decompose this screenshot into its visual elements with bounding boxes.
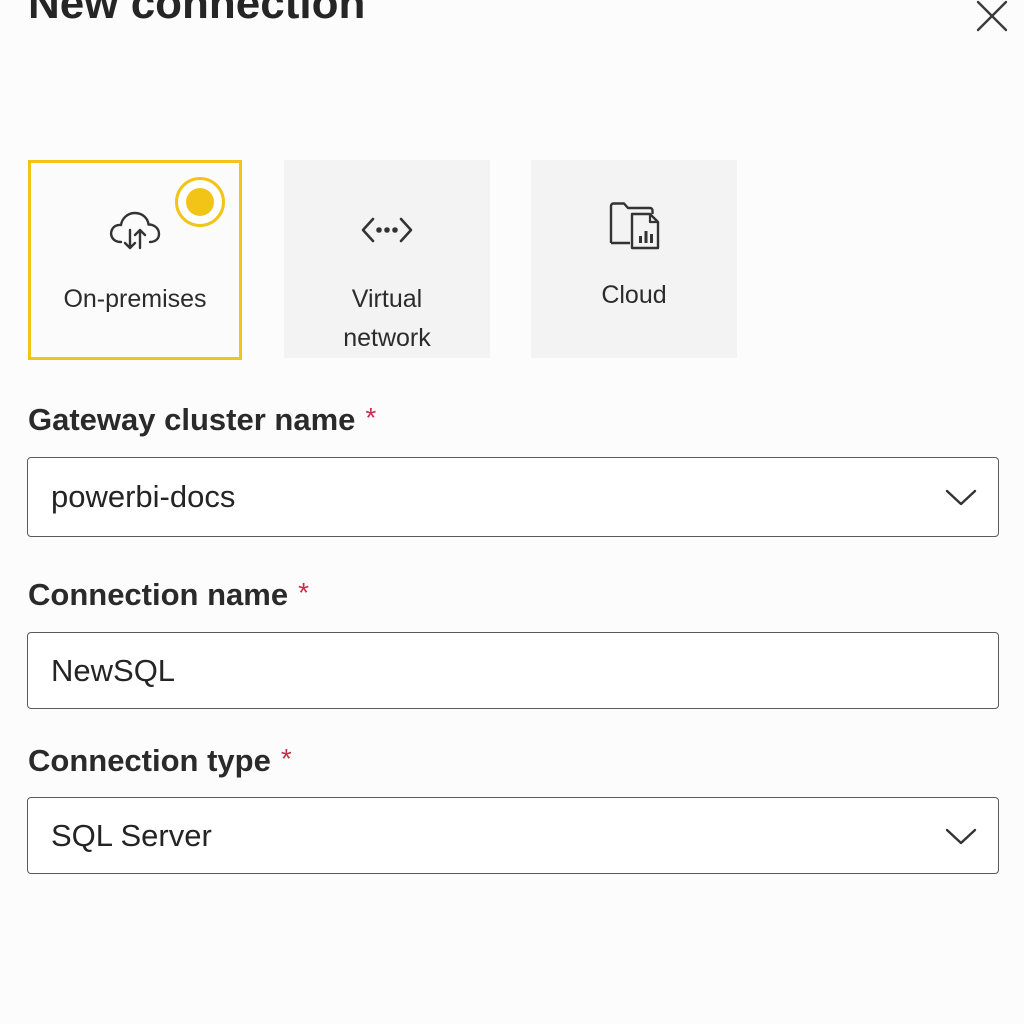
close-button[interactable] [972, 0, 1012, 36]
folder-report-icon [606, 202, 662, 250]
required-marker: * [298, 577, 309, 608]
gateway-cluster-name-value: powerbi-docs [51, 479, 236, 514]
connection-name-label: Connection name * [28, 577, 309, 612]
option-on-premises[interactable]: On-premises [28, 160, 242, 360]
option-label: Cloud [601, 281, 667, 309]
connection-type-label: Connection type * [28, 743, 292, 778]
selected-radio[interactable] [175, 177, 225, 227]
option-cloud[interactable]: Cloud [531, 160, 737, 358]
option-label: On-premises [63, 285, 207, 313]
chevron-down-icon [945, 489, 977, 506]
connection-type-value: SQL Server [51, 817, 212, 853]
connection-name-input-box[interactable] [27, 632, 999, 709]
gateway-cluster-name-dropdown[interactable]: powerbi-docs [27, 457, 999, 537]
required-marker: * [280, 743, 292, 774]
connection-name-input[interactable] [51, 652, 951, 689]
option-virtual-network[interactable]: Virtual network [284, 160, 490, 358]
connection-type-dropdown[interactable]: SQL Server [27, 797, 999, 874]
gateway-cluster-name-label: Gateway cluster name * [28, 402, 377, 437]
radio-dot [186, 188, 214, 216]
code-arrows-icon [359, 208, 415, 252]
cloud-upload-download-icon [107, 208, 163, 252]
required-marker: * [365, 402, 377, 433]
new-connection-dialog: New connection On-premises Virtual netwo… [0, 0, 1024, 1024]
option-label: Virtual network [343, 285, 431, 352]
close-icon [976, 0, 1008, 32]
chevron-down-icon [945, 828, 977, 844]
dialog-title: New connection [28, 0, 366, 28]
